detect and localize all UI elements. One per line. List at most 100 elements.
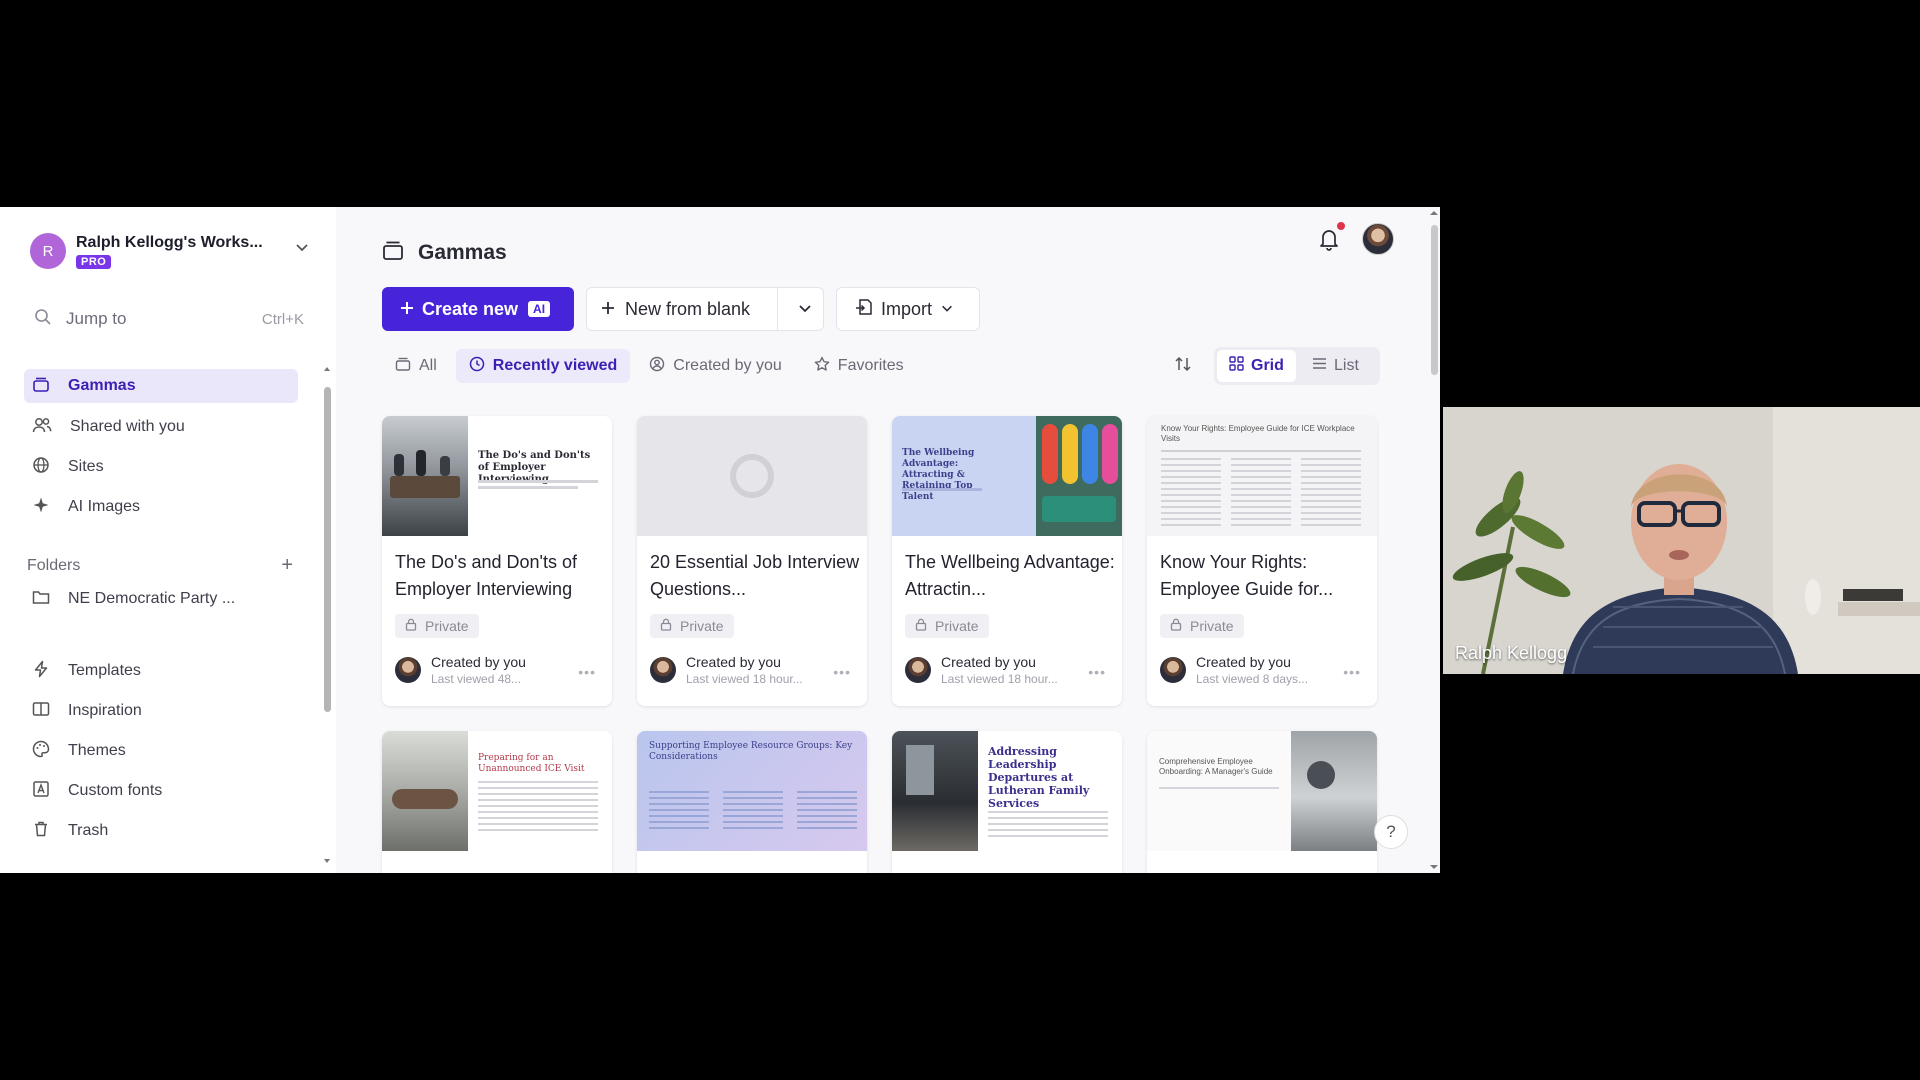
creator-text: Created by you Last viewed 18 hour... <box>686 654 803 686</box>
sidebar-scroll-thumb[interactable] <box>324 387 331 712</box>
thumbnail-heading: Supporting Employee Resource Groups: Key… <box>649 741 853 762</box>
gamma-card[interactable]: Know Your Rights: Employee Guide for ICE… <box>1147 416 1377 706</box>
lock-icon <box>405 618 417 634</box>
card-thumbnail <box>637 416 867 536</box>
sidebar-item-trash[interactable]: Trash <box>24 814 298 848</box>
creator-text: Created by you Last viewed 18 hour... <box>941 654 1058 686</box>
notification-bell-icon[interactable] <box>1318 227 1340 256</box>
sidebar-item-shared[interactable]: Shared with you <box>24 410 298 444</box>
workspace-text: Ralph Kellogg's Works... PRO <box>76 234 263 269</box>
card-title: 20 Essential Job Interview Questions... <box>650 552 860 599</box>
sidebar: R Ralph Kellogg's Works... PRO Jump to C… <box>0 207 336 873</box>
card-thumbnail: Preparing for an Unannounced ICE Visit <box>382 731 612 851</box>
add-folder-icon[interactable]: + <box>281 554 293 577</box>
more-options-icon[interactable]: ••• <box>1343 664 1361 680</box>
main-scroll-thumb[interactable] <box>1431 225 1438 375</box>
user-circle-icon <box>649 356 665 377</box>
gamma-card[interactable]: The Do's and Don'ts of Employer Intervie… <box>382 416 612 706</box>
grid-view-button[interactable]: Grid <box>1217 350 1296 382</box>
help-button[interactable]: ? <box>1374 815 1408 849</box>
creator-avatar <box>650 657 676 683</box>
scroll-up-arrow-icon[interactable] <box>1429 209 1439 217</box>
creator-label: Created by you <box>1196 654 1291 670</box>
jump-to-search[interactable]: Jump to Ctrl+K <box>34 307 304 331</box>
sidebar-item-label: Custom fonts <box>68 782 163 799</box>
clock-icon <box>469 356 485 377</box>
gamma-card[interactable]: Addressing Leadership Departures at Luth… <box>892 731 1122 873</box>
import-label: Import <box>881 298 933 319</box>
more-options-icon[interactable]: ••• <box>833 664 851 680</box>
sidebar-item-label: Sites <box>68 458 104 475</box>
scroll-up-arrow-icon[interactable] <box>323 365 331 373</box>
import-icon <box>855 298 873 321</box>
creator-avatar <box>905 657 931 683</box>
gamma-card[interactable]: Supporting Employee Resource Groups: Key… <box>637 731 867 873</box>
more-options-icon[interactable]: ••• <box>1088 664 1106 680</box>
jump-to-label: Jump to <box>66 309 127 328</box>
sidebar-item-ai-images[interactable]: AI Images <box>24 490 298 524</box>
card-thumbnail: Addressing Leadership Departures at Luth… <box>892 731 1122 851</box>
lock-icon <box>1170 618 1182 634</box>
filter-label: All <box>419 357 437 374</box>
list-icon <box>1312 356 1327 376</box>
gamma-card[interactable]: Comprehensive Employee Onboarding: A Man… <box>1147 731 1377 873</box>
visibility-label: Private <box>935 618 979 634</box>
sidebar-item-gammas[interactable]: Gammas <box>24 369 298 403</box>
sidebar-scrollbar[interactable] <box>323 365 331 865</box>
page-title: Gammas <box>418 240 507 264</box>
card-thumbnail: Know Your Rights: Employee Guide for ICE… <box>1147 416 1377 536</box>
card-thumbnail: Comprehensive Employee Onboarding: A Man… <box>1147 731 1377 851</box>
filter-all[interactable]: All <box>382 349 450 383</box>
scroll-down-arrow-icon[interactable] <box>323 857 331 865</box>
sidebar-item-templates[interactable]: Templates <box>24 654 298 688</box>
sort-icon[interactable] <box>1174 355 1192 378</box>
filter-label: Recently viewed <box>492 357 618 374</box>
stack-icon <box>395 356 411 377</box>
list-view-button[interactable]: List <box>1300 350 1371 382</box>
filter-created-by-you[interactable]: Created by you <box>636 349 795 383</box>
last-viewed: Last viewed 18 hour... <box>686 672 803 686</box>
globe-icon <box>32 456 50 479</box>
thumbnail-heading: The Wellbeing Advantage: Attracting & Re… <box>902 448 975 502</box>
card-title: Know Your Rights: Employee Guide for... <box>1160 552 1334 599</box>
sidebar-item-inspiration[interactable]: Inspiration <box>24 694 298 728</box>
workspace-switcher[interactable]: R Ralph Kellogg's Works... PRO <box>30 229 310 273</box>
page-header: Gammas <box>382 239 507 266</box>
creator-label: Created by you <box>941 654 1036 670</box>
font-icon <box>32 780 50 803</box>
gamma-card[interactable]: 20 Essential Job Interview Questions... … <box>637 416 867 706</box>
list-label: List <box>1334 357 1359 374</box>
gamma-card[interactable]: The Wellbeing Advantage: Attracting & Re… <box>892 416 1122 706</box>
card-thumbnail: Supporting Employee Resource Groups: Key… <box>637 731 867 851</box>
filter-tabs: All Recently viewed Created by you Favor… <box>382 349 923 383</box>
filter-favorites[interactable]: Favorites <box>801 349 917 383</box>
sidebar-folder-item[interactable]: NE Democratic Party ... <box>24 582 298 616</box>
more-options-icon[interactable]: ••• <box>578 664 596 680</box>
shared-users-icon <box>32 416 52 439</box>
sidebar-item-themes[interactable]: Themes <box>24 734 298 768</box>
last-viewed: Last viewed 8 days... <box>1196 672 1309 686</box>
sidebar-item-sites[interactable]: Sites <box>24 450 298 484</box>
sidebar-item-custom-fonts[interactable]: Custom fonts <box>24 774 298 808</box>
create-new-button[interactable]: Create new AI <box>382 287 574 331</box>
user-avatar[interactable] <box>1362 223 1394 255</box>
last-viewed: Last viewed 18 hour... <box>941 672 1058 686</box>
plus-icon <box>601 299 615 320</box>
lock-icon <box>660 618 672 634</box>
scroll-down-arrow-icon[interactable] <box>1429 863 1439 871</box>
plus-icon <box>400 299 414 320</box>
chevron-down-icon[interactable] <box>294 239 310 260</box>
main-scrollbar[interactable] <box>1428 207 1440 873</box>
new-from-blank-button[interactable]: New from blank <box>586 287 824 331</box>
thumbnail-heading: Addressing Leadership Departures at Luth… <box>988 745 1090 810</box>
pro-badge: PRO <box>76 254 112 269</box>
chevron-down-icon[interactable] <box>797 300 813 321</box>
ai-badge: AI <box>528 301 551 317</box>
participant-name: Ralph Kellogg <box>1455 643 1568 663</box>
folder-icon <box>32 589 50 610</box>
creator-label: Created by you <box>686 654 781 670</box>
gamma-card[interactable]: Preparing for an Unannounced ICE Visit <box>382 731 612 873</box>
trash-icon <box>32 820 50 843</box>
filter-recently-viewed[interactable]: Recently viewed <box>455 349 631 383</box>
import-button[interactable]: Import <box>836 287 980 331</box>
